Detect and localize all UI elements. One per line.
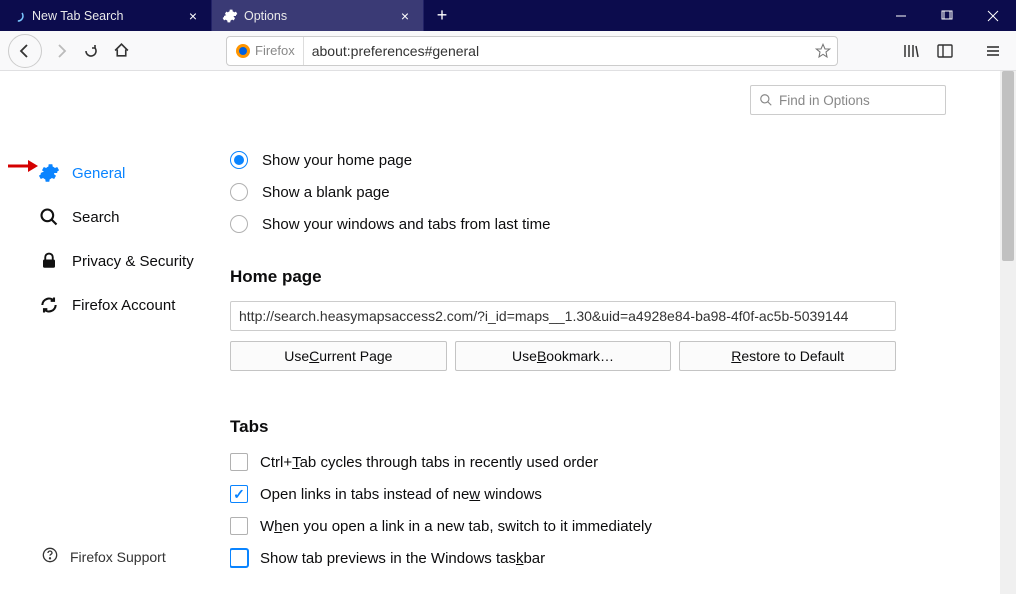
startup-radio-group: Show your home page Show a blank page Sh… (230, 151, 946, 233)
use-bookmark-button[interactable]: Use Bookmark… (455, 341, 672, 371)
sidebar-support-link[interactable]: Firefox Support (0, 547, 230, 566)
sidebar-item-search[interactable]: Search (0, 195, 230, 239)
identity-box[interactable]: Firefox (227, 37, 304, 65)
sidebar-item-account[interactable]: Firefox Account (0, 283, 230, 327)
radio-label: Show your home page (262, 152, 412, 169)
checkbox-switch-immediately[interactable]: When you open a link in a new tab, switc… (230, 517, 946, 535)
preferences-sidebar: General Search Privacy & Security Firefo… (0, 71, 230, 594)
help-icon (42, 547, 58, 566)
homepage-url-input[interactable] (230, 301, 896, 331)
bookmark-star-icon[interactable] (809, 43, 837, 59)
tab-label: Options (244, 9, 287, 23)
preferences-content: General Search Privacy & Security Firefo… (0, 71, 1016, 594)
checkbox-ctrl-tab[interactable]: Ctrl+Tab cycles through tabs in recently… (230, 453, 946, 471)
titlebar: New Tab Search × Options × + (0, 0, 1016, 31)
new-tab-button[interactable]: + (424, 0, 460, 31)
sidebar-label: Firefox Account (72, 297, 175, 314)
close-window-button[interactable] (970, 0, 1016, 31)
use-current-page-button[interactable]: Use Current Page (230, 341, 447, 371)
url-text: about:preferences#general (304, 43, 809, 59)
radio-label: Show your windows and tabs from last tim… (262, 216, 550, 233)
maximize-button[interactable] (924, 0, 970, 31)
forward-button[interactable] (46, 36, 76, 66)
homepage-heading: Home page (230, 267, 946, 287)
checkbox-tab-previews[interactable]: Show tab previews in the Windows taskbar (230, 549, 946, 567)
general-panel: Find in Options Show your home page Show… (230, 71, 1016, 594)
firefox-icon (235, 43, 251, 59)
sidebar-icon[interactable] (930, 36, 960, 66)
radio-show-blank[interactable]: Show a blank page (230, 183, 946, 201)
checkbox-icon (230, 517, 248, 535)
tab-newtabsearch[interactable]: New Tab Search × (0, 0, 212, 31)
tab-label: New Tab Search (32, 9, 124, 23)
identity-label: Firefox (255, 43, 295, 58)
sidebar-label: Privacy & Security (72, 253, 194, 270)
radio-icon (230, 215, 248, 233)
checkbox-icon (230, 453, 248, 471)
library-icon[interactable] (896, 36, 926, 66)
annotation-arrow-icon (8, 159, 38, 173)
radio-icon (230, 151, 248, 169)
spinner-icon (10, 8, 26, 24)
support-label: Firefox Support (70, 549, 166, 565)
gear-icon (222, 8, 238, 24)
restore-default-button[interactable]: Restore to Default (679, 341, 896, 371)
back-button[interactable] (8, 34, 42, 68)
tab-options[interactable]: Options × (212, 0, 424, 31)
lock-icon (38, 250, 60, 272)
home-button[interactable] (106, 36, 136, 66)
radio-show-last[interactable]: Show your windows and tabs from last tim… (230, 215, 946, 233)
radio-label: Show a blank page (262, 184, 390, 201)
close-icon[interactable]: × (185, 8, 201, 24)
radio-show-homepage[interactable]: Show your home page (230, 151, 946, 169)
nav-toolbar: Firefox about:preferences#general (0, 31, 1016, 71)
close-icon[interactable]: × (397, 8, 413, 24)
tabs-checkbox-group: Ctrl+Tab cycles through tabs in recently… (230, 453, 946, 567)
radio-icon (230, 183, 248, 201)
reload-button[interactable] (76, 36, 106, 66)
checkbox-label: Ctrl+Tab cycles through tabs in recently… (260, 454, 598, 471)
sidebar-label: Search (72, 209, 120, 226)
hamburger-menu-icon[interactable] (978, 36, 1008, 66)
find-placeholder: Find in Options (779, 93, 870, 108)
search-icon (759, 93, 773, 107)
gear-icon (38, 162, 60, 184)
minimize-button[interactable] (878, 0, 924, 31)
tabs-heading: Tabs (230, 417, 946, 437)
checkbox-label: Show tab previews in the Windows taskbar (260, 550, 545, 567)
scrollbar-thumb[interactable] (1002, 71, 1014, 261)
checkbox-open-links-tabs[interactable]: Open links in tabs instead of new window… (230, 485, 946, 503)
checkbox-icon (230, 549, 248, 567)
search-icon (38, 206, 60, 228)
sidebar-item-privacy[interactable]: Privacy & Security (0, 239, 230, 283)
sync-icon (38, 294, 60, 316)
checkbox-label: When you open a link in a new tab, switc… (260, 518, 652, 535)
sidebar-label: General (72, 165, 125, 182)
url-bar[interactable]: Firefox about:preferences#general (226, 36, 838, 66)
checkbox-label: Open links in tabs instead of new window… (260, 486, 542, 503)
window-controls (878, 0, 1016, 31)
scrollbar-track[interactable] (1000, 71, 1016, 594)
checkbox-icon (230, 485, 248, 503)
find-in-options-input[interactable]: Find in Options (750, 85, 946, 115)
homepage-button-row: Use Current Page Use Bookmark… Restore t… (230, 341, 896, 371)
sidebar-item-general[interactable]: General (0, 151, 230, 195)
